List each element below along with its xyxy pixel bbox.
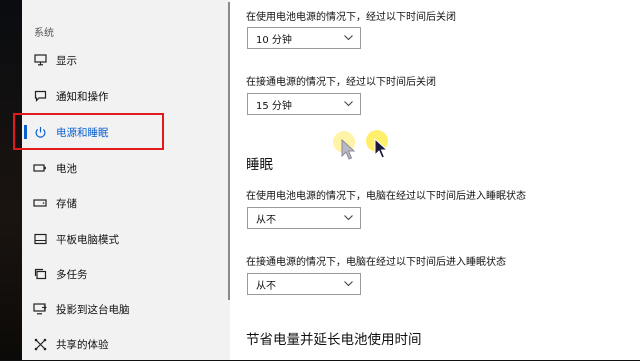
sidebar-item-label: 存储 [56, 197, 77, 210]
dropdown-value: 从不 [256, 214, 276, 226]
screen-plugged-dropdown[interactable]: 15 分钟 [247, 93, 361, 115]
storage-drive-icon [32, 195, 48, 211]
main-content: 在使用电池电源的情况下，经过以下时间后关闭 10 分钟 在接通电源的情况下，经过… [230, 0, 640, 360]
chevron-down-icon [344, 281, 353, 287]
highlight-annotation-box [13, 113, 164, 150]
sidebar-item-notifications[interactable]: 通知和操作 [22, 79, 230, 113]
sidebar-item-shared-experiences[interactable]: 共享的体验 [22, 327, 230, 361]
sleep-heading: 睡眠 [246, 157, 273, 173]
chevron-down-icon [344, 101, 353, 107]
sidebar-item-storage[interactable]: 存储 [22, 186, 230, 220]
desktop-background-edge [0, 0, 22, 360]
save-power-heading: 节省电量并延长电池使用时间 [246, 332, 422, 348]
sleep-battery-dropdown[interactable]: 从不 [247, 207, 361, 229]
sleep-battery-label: 在使用电池电源的情况下，电脑在经过以下时间后进入睡眠状态 [246, 191, 526, 202]
sidebar-item-project-to-pc[interactable]: 投影到这台电脑 [22, 292, 230, 326]
sidebar-item-label: 投影到这台电脑 [56, 303, 130, 316]
battery-icon [32, 160, 48, 176]
sidebar-section-title: 系统 [34, 28, 54, 39]
shared-experience-icon [32, 336, 48, 352]
dropdown-value: 10 分钟 [256, 34, 292, 46]
chevron-down-icon [344, 35, 353, 41]
settings-sidebar: 系统 显示 通知和操作 电源和睡眠 电池 存储 平板电脑模式 多任务 投影到这台… [22, 0, 230, 360]
sidebar-item-multitasking[interactable]: 多任务 [22, 257, 230, 291]
tablet-mode-icon [32, 231, 48, 247]
sidebar-item-battery[interactable]: 电池 [22, 151, 230, 185]
screen-plugged-label: 在接通电源的情况下，经过以下时间后关闭 [246, 77, 436, 88]
monitor-icon [32, 52, 48, 68]
screen-battery-label: 在使用电池电源的情况下，经过以下时间后关闭 [246, 12, 456, 23]
mouse-pointer-icon [341, 138, 356, 165]
sidebar-item-label: 通知和操作 [56, 90, 109, 103]
dropdown-value: 从不 [256, 280, 276, 292]
sidebar-item-label: 多任务 [56, 268, 88, 281]
sleep-plugged-dropdown[interactable]: 从不 [247, 273, 361, 295]
multitask-icon [32, 266, 48, 282]
screen-battery-dropdown[interactable]: 10 分钟 [247, 27, 361, 49]
sidebar-item-display[interactable]: 显示 [22, 43, 230, 77]
project-to-pc-icon [32, 301, 48, 317]
sidebar-item-label: 平板电脑模式 [56, 233, 119, 246]
sleep-plugged-label: 在接通电源的情况下，电脑在经过以下时间后进入睡眠状态 [246, 257, 506, 268]
sidebar-item-label: 电池 [56, 162, 77, 175]
dropdown-value: 15 分钟 [256, 100, 292, 112]
sidebar-item-label: 显示 [56, 54, 77, 67]
chevron-down-icon [344, 215, 353, 221]
sidebar-item-tablet-mode[interactable]: 平板电脑模式 [22, 222, 230, 256]
sidebar-item-label: 共享的体验 [56, 338, 109, 351]
chat-bubble-icon [32, 88, 48, 104]
mouse-pointer-icon [374, 137, 389, 164]
